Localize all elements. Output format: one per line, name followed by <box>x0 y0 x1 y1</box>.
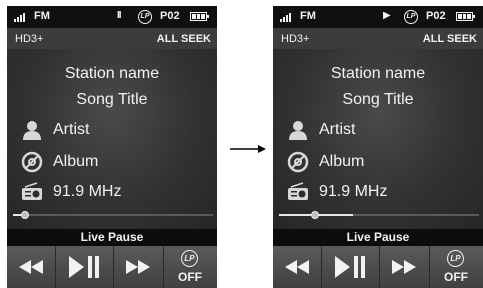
preset-label: P02 <box>160 10 180 22</box>
rewind-button[interactable] <box>7 246 56 288</box>
lp-icon: LP <box>181 250 198 267</box>
signal-bars-icon <box>14 13 28 22</box>
preset-label: P02 <box>426 10 446 22</box>
person-icon <box>23 121 41 140</box>
rewind-button[interactable] <box>273 246 322 288</box>
play-pause-icon <box>335 256 365 278</box>
station-name: Station name <box>330 65 426 82</box>
hd-channel-label: HD3+ <box>15 33 44 45</box>
radio-icon <box>288 182 308 200</box>
status-bar: FM II LP P02 <box>7 6 217 28</box>
album-name: Album <box>319 153 365 170</box>
battery-icon <box>190 12 209 21</box>
signal-bars-icon <box>280 13 294 22</box>
song-title: Song Title <box>342 91 414 108</box>
artist-name: Artist <box>53 121 90 138</box>
live-pause-label: Live Pause <box>7 229 217 246</box>
lp-state-label: OFF <box>444 270 468 284</box>
song-title: Song Title <box>76 91 148 108</box>
lp-state-label: OFF <box>178 270 202 284</box>
now-playing-panel: Station name Song Title Artist Album 91.… <box>273 49 483 229</box>
progress-knob[interactable] <box>21 211 29 219</box>
radio-icon <box>22 182 42 200</box>
rewind-icon <box>19 260 43 274</box>
play-indicator-icon: ▶ <box>383 10 391 21</box>
lp-icon: LP <box>447 250 464 267</box>
radio-screen-after: FM ▶ LP P02 HD3+ ALL SEEK Station name S… <box>273 6 483 288</box>
frequency-value: 91.9 MHz <box>319 183 388 200</box>
battery-icon <box>456 12 475 21</box>
hd-channel-label: HD3+ <box>281 33 310 45</box>
disc-icon <box>21 151 43 173</box>
band-label: FM <box>300 10 316 22</box>
fast-forward-button[interactable] <box>379 246 430 288</box>
disc-icon <box>287 151 309 173</box>
mode-bar: HD3+ ALL SEEK <box>7 28 217 49</box>
play-pause-button[interactable] <box>321 246 380 288</box>
fast-forward-button[interactable] <box>113 246 164 288</box>
progress-knob[interactable] <box>311 211 319 219</box>
playback-controls: LP OFF <box>7 246 217 288</box>
band-label: FM <box>34 10 50 22</box>
now-playing-panel: Station name Song Title Artist Album 91.… <box>7 49 217 229</box>
fast-forward-icon <box>126 260 150 274</box>
fast-forward-icon <box>392 260 416 274</box>
album-name: Album <box>53 153 99 170</box>
play-pause-button[interactable] <box>55 246 114 288</box>
radio-screen-before: FM II LP P02 HD3+ ALL SEEK Station name … <box>7 6 217 288</box>
lp-badge: LP <box>138 10 152 24</box>
play-pause-icon <box>69 256 99 278</box>
right-arrow-icon <box>230 145 266 153</box>
lp-toggle-button[interactable]: LP OFF <box>429 246 483 288</box>
live-pause-progress-bar[interactable] <box>13 211 213 219</box>
live-pause-progress-bar[interactable] <box>279 211 479 219</box>
progress-track <box>13 214 213 216</box>
person-icon <box>289 121 307 140</box>
artist-name: Artist <box>319 121 356 138</box>
all-seek-button[interactable]: ALL SEEK <box>157 33 211 45</box>
all-seek-button[interactable]: ALL SEEK <box>423 33 477 45</box>
live-pause-label: Live Pause <box>273 229 483 246</box>
pause-indicator-icon: II <box>117 10 121 21</box>
status-bar: FM ▶ LP P02 <box>273 6 483 28</box>
rewind-icon <box>285 260 309 274</box>
lp-toggle-button[interactable]: LP OFF <box>163 246 217 288</box>
station-name: Station name <box>64 65 160 82</box>
frequency-value: 91.9 MHz <box>53 183 122 200</box>
lp-badge: LP <box>404 10 418 24</box>
mode-bar: HD3+ ALL SEEK <box>273 28 483 49</box>
playback-controls: LP OFF <box>273 246 483 288</box>
